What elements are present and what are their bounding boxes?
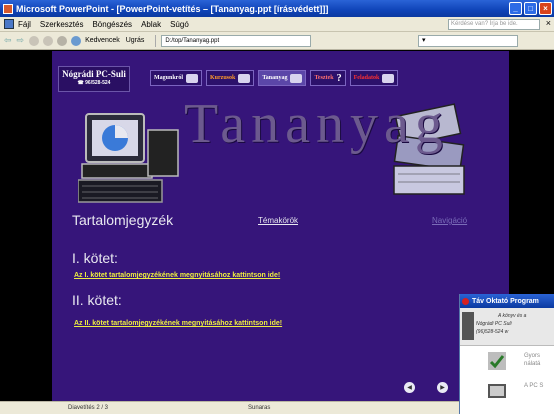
toc-heading: Tartalomjegyzék	[72, 212, 174, 228]
topics-link[interactable]: Témakörök	[258, 216, 298, 225]
volume1-link[interactable]: Az I. kötet tartalomjegyzékének megnyitá…	[74, 272, 280, 279]
nav-about-label: Magunkról	[154, 75, 184, 81]
window-titlebar[interactable]: Microsoft PowerPoint - [PowerPoint-vetít…	[0, 0, 554, 17]
popup-item1-line2: nálatá	[524, 361, 541, 367]
nav-material-label: Tananyag	[262, 75, 288, 81]
popup-header: A könyv és a Nógrádi PC Suli (96)528-524…	[460, 308, 554, 346]
slide-count: Diavetítés 2 / 3	[68, 405, 109, 411]
pencil-icon	[382, 73, 395, 83]
nav-tasks-button[interactable]: Feladatok	[349, 70, 399, 86]
home-icon[interactable]	[57, 35, 68, 46]
menu-file[interactable]: Fájl	[18, 20, 31, 29]
nav-tests-button[interactable]: Tesztek ?	[310, 70, 346, 86]
toolbar-separator	[155, 34, 157, 47]
check-arrow-icon	[488, 352, 506, 370]
popup-header-line3: (96)528-524 w	[476, 329, 509, 335]
web-toolbar: ⇦ ⇨ Kedvencek Ugrás D:/top/Tananyag.ppt …	[0, 32, 554, 50]
tutor-popup-window[interactable]: Táv Oktató Program A könyv és a Nógrádi …	[459, 294, 554, 414]
nav-about-button[interactable]: Magunkról	[150, 70, 203, 86]
navigation-link[interactable]: Navigáció	[432, 216, 467, 225]
menu-browse[interactable]: Böngészés	[92, 20, 132, 29]
nav-courses-button[interactable]: Kurzusok	[206, 70, 255, 86]
popup-title: Táv Oktató Program	[472, 297, 539, 305]
volume2-link[interactable]: Az II. kötet tartalomjegyzékének megnyit…	[74, 320, 282, 327]
car-icon	[186, 73, 199, 83]
nav-tasks-label: Feladatok	[353, 75, 380, 81]
theme-name: Sunaras	[248, 405, 271, 411]
volume1-heading: I. kötet:	[72, 250, 118, 266]
nav-courses-label: Kurzusok	[210, 75, 236, 81]
popup-item-pc-text: A PC S	[524, 383, 544, 389]
logo-phone: ☎ 96/528-524	[77, 80, 111, 86]
favorites-button[interactable]: Kedvencek	[85, 37, 120, 44]
menu-bar: Fájl Szerkesztés Böngészés Ablak Súgó Ké…	[0, 17, 554, 32]
close-button[interactable]: ×	[539, 2, 552, 15]
popup-titlebar[interactable]: Táv Oktató Program	[460, 294, 554, 308]
goto-button[interactable]: Ugrás	[126, 37, 145, 44]
popup-header-line2: Nógrádi PC Suli	[476, 321, 512, 327]
book-icon	[290, 73, 303, 83]
question-icon: ?	[336, 72, 342, 84]
popup-thumbnail	[462, 312, 474, 340]
nav-tests-label: Tesztek	[314, 75, 334, 81]
maximize-button[interactable]: □	[524, 2, 537, 15]
popup-item-pc[interactable]: A PC S	[460, 376, 554, 406]
window-title: Microsoft PowerPoint - [PowerPoint-vetít…	[16, 3, 329, 14]
slide-big-title: Tananyag	[184, 93, 449, 155]
menu-edit[interactable]: Szerkesztés	[40, 20, 84, 29]
close-document-icon[interactable]: ×	[546, 18, 551, 28]
pen-icon	[238, 73, 251, 83]
slide-nav: Magunkról Kurzusok Tananyag Tesztek ? Fe…	[150, 70, 399, 86]
minimize-button[interactable]: _	[509, 2, 522, 15]
refresh-icon[interactable]	[43, 35, 54, 46]
stop-icon[interactable]	[29, 35, 40, 46]
document-icon	[4, 19, 14, 29]
logo-title: Nógrádi PC-Suli	[62, 69, 126, 79]
back-arrow-icon[interactable]: ⇦	[4, 35, 12, 46]
school-logo[interactable]: Nógrádi PC-Suli ☎ 96/528-524	[58, 66, 130, 92]
nav-material-button[interactable]: Tananyag	[258, 70, 307, 86]
forward-arrow-icon[interactable]: ⇨	[17, 35, 25, 46]
search-icon[interactable]	[71, 35, 82, 46]
address-dropdown[interactable]: ▾	[418, 35, 518, 47]
address-field[interactable]: D:/top/Tananyag.ppt	[161, 34, 312, 47]
popup-header-line1: A könyv és a	[498, 313, 527, 319]
popup-item1-line1: Gyors	[524, 353, 541, 359]
powerpoint-app-icon	[3, 3, 13, 14]
folder-icon	[488, 384, 506, 398]
popup-item-quick-text: Gyors nálatá	[524, 352, 540, 368]
popup-app-icon	[462, 297, 469, 305]
popup-item-quick[interactable]: Gyors nálatá	[460, 346, 554, 376]
menu-help[interactable]: Súgó	[170, 20, 189, 29]
prev-slide-button[interactable]: ◀	[404, 382, 415, 393]
volume2-heading: II. kötet:	[72, 292, 122, 308]
help-search-input[interactable]: Kérdése van? Írja be ide.	[448, 19, 540, 30]
computer-illustration	[78, 113, 179, 203]
next-slide-button[interactable]: ▶	[437, 382, 448, 393]
menu-window[interactable]: Ablak	[141, 20, 161, 29]
